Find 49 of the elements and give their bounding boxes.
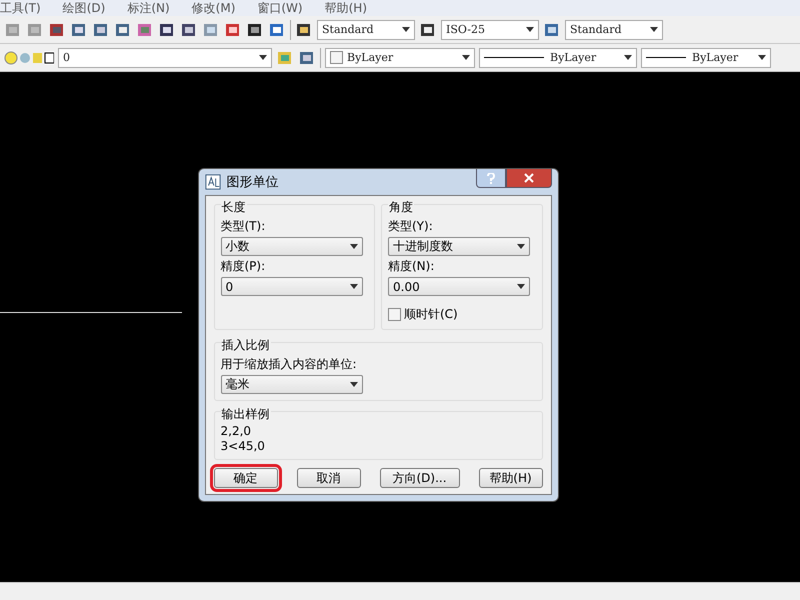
group-label: 输出样例	[220, 406, 270, 423]
dropdown-caret-icon[interactable]	[758, 55, 766, 60]
dropdown-caret-icon[interactable]	[517, 244, 525, 249]
linetype-dropdown[interactable]: ByLayer	[479, 48, 637, 68]
dialog-button[interactable]: 方向(D)...	[380, 468, 460, 488]
dialog-button[interactable]: 帮助(H)	[478, 468, 542, 488]
color-dropdown[interactable]: ByLayer	[325, 48, 475, 68]
close-icon[interactable]	[506, 169, 552, 188]
dropdown-caret-icon[interactable]	[526, 27, 534, 32]
dropdown-caret-icon[interactable]	[517, 284, 525, 289]
dialog-button[interactable]: 取消	[296, 468, 360, 488]
field-label: 精度(N):	[388, 258, 436, 275]
checkbox[interactable]	[388, 308, 401, 321]
menu-item[interactable]: 修改(M)	[192, 0, 236, 16]
dropdown-caret-icon[interactable]	[350, 244, 358, 249]
field-label: 用于缩放插入内容的单位:	[220, 356, 358, 373]
dropdown-caret-icon[interactable]	[650, 27, 658, 32]
layer-dropdown[interactable]: 0	[58, 48, 272, 68]
units-icon	[204, 174, 220, 190]
dropdown-caret-icon[interactable]	[624, 55, 632, 60]
dropdown-caret-icon[interactable]	[402, 27, 410, 32]
field-label: 精度(P):	[220, 258, 266, 275]
sample-output-text: 2,2,0	[220, 425, 252, 438]
text-style-dropdown[interactable]: Standard	[317, 20, 415, 40]
layer-state-icons[interactable]	[4, 48, 54, 66]
length-precision-dropdown[interactable]: 0	[220, 277, 362, 296]
sample-output-text: 3<45,0	[220, 440, 266, 453]
table-style-dropdown[interactable]: Standard	[565, 20, 663, 40]
dropdown-caret-icon[interactable]	[259, 55, 267, 60]
menu-item[interactable]: 帮助(H)	[324, 0, 367, 16]
dialog-title: 图形单位	[226, 174, 278, 191]
group-label: 插入比例	[220, 337, 270, 354]
dropdown-caret-icon[interactable]	[462, 55, 470, 60]
insert-units-dropdown[interactable]: 毫米	[220, 375, 362, 394]
menu-item[interactable]: 标注(N)	[127, 0, 170, 16]
angle-type-dropdown[interactable]: 十进制度数	[388, 237, 530, 256]
length-type-dropdown[interactable]: 小数	[220, 237, 362, 256]
drawing-canvas[interactable]: 图形单位 长度 类型(T): 小数 精度(P): 0 角度 类型(Y): 十进制度数 精度(N): 0.00 顺时针(C) 插入比例 用于缩放插入内容的单位: 毫米 输出样例 2,2,0 3<45,0 确定 取消 方向(D)... 帮助(H)	[0, 72, 800, 582]
dropdown-caret-icon[interactable]	[350, 284, 358, 289]
field-label: 类型(Y):	[388, 218, 434, 235]
lineweight-dropdown[interactable]: ByLayer	[641, 48, 771, 68]
dimension-style-dropdown[interactable]: ISO-25	[441, 20, 539, 40]
menu-item[interactable]: 窗口(W)	[257, 0, 303, 16]
angle-precision-dropdown[interactable]: 0.00	[388, 277, 530, 296]
field-label: 类型(T):	[220, 218, 266, 235]
menu-item[interactable]: 工具(T)	[0, 0, 41, 16]
menu-item[interactable]: 绘图(D)	[62, 0, 106, 16]
dropdown-caret-icon[interactable]	[350, 382, 358, 387]
checkbox-label[interactable]: 顺时针(C)	[404, 306, 458, 323]
